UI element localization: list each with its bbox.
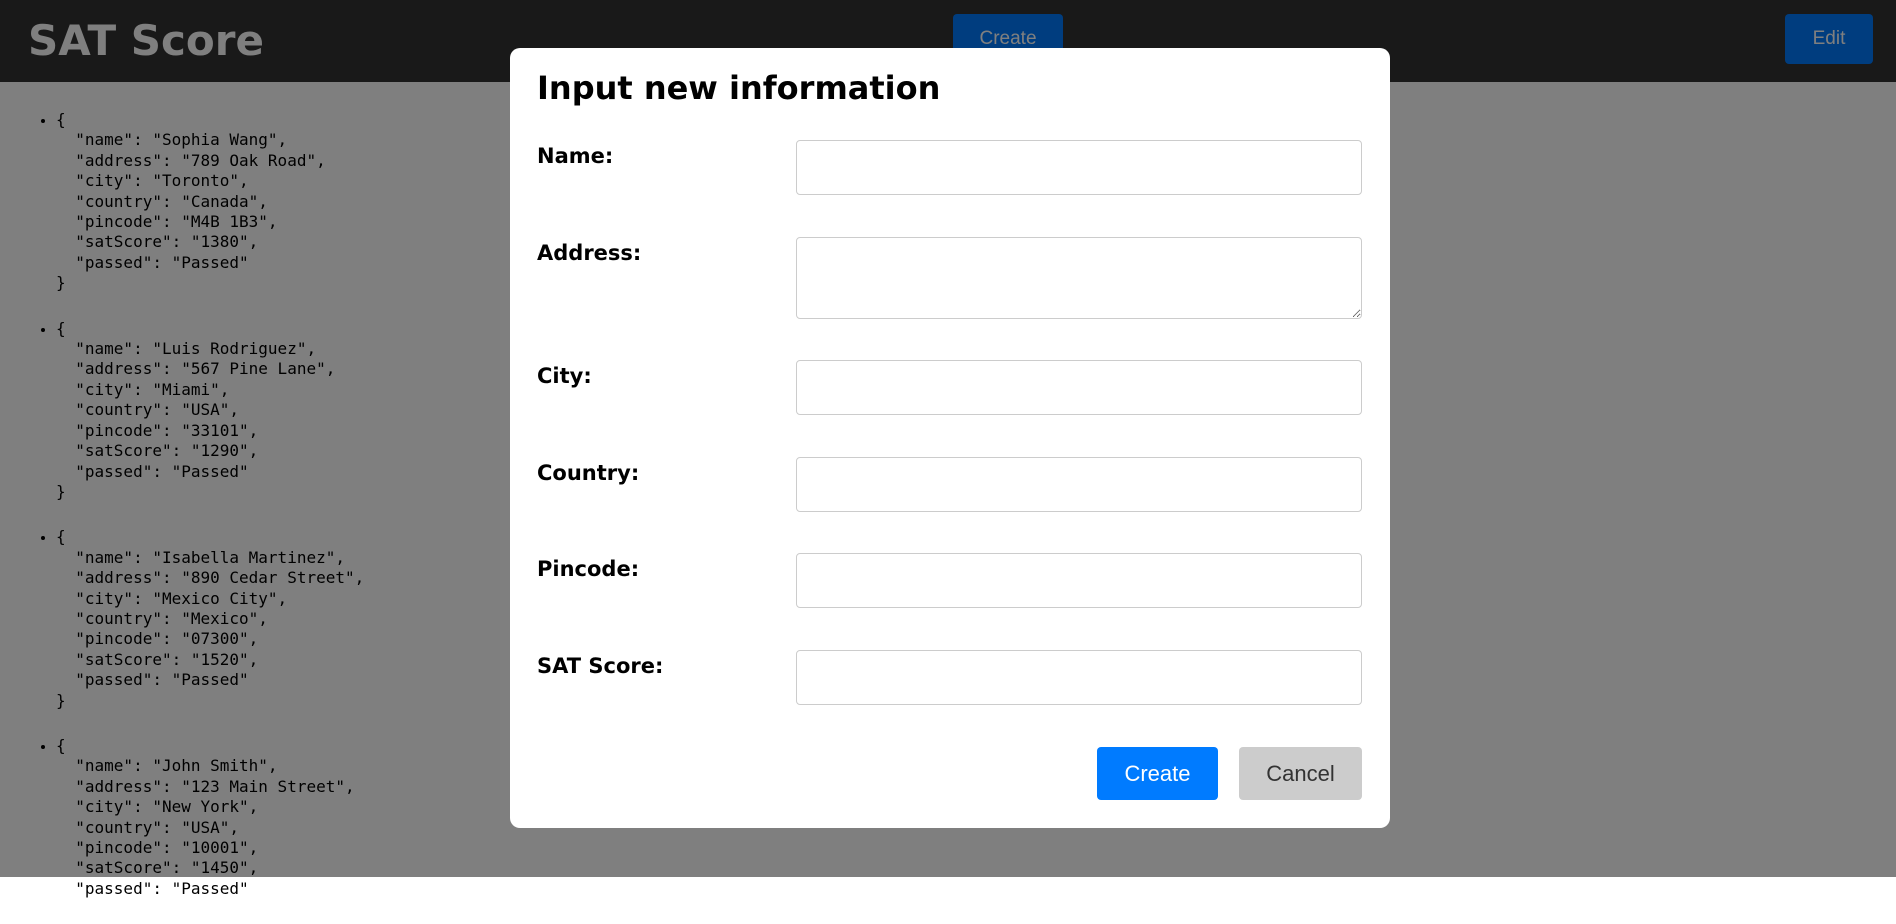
cancel-button[interactable]: Cancel [1239, 747, 1362, 800]
create-button[interactable]: Create [1097, 747, 1218, 800]
country-label: Country: [537, 461, 640, 485]
sat-score-field[interactable] [796, 650, 1362, 705]
create-dialog: Input new information Name: Address: Cit… [510, 48, 1390, 828]
name-label: Name: [537, 144, 614, 168]
country-field[interactable] [796, 457, 1362, 512]
city-field[interactable] [796, 360, 1362, 415]
pincode-field[interactable] [796, 553, 1362, 608]
sat-score-label: SAT Score: [537, 654, 664, 678]
address-field[interactable] [796, 237, 1362, 319]
name-field[interactable] [796, 140, 1362, 195]
address-label: Address: [537, 241, 642, 265]
city-label: City: [537, 364, 592, 388]
dialog-title: Input new information [537, 69, 941, 107]
pincode-label: Pincode: [537, 557, 640, 581]
